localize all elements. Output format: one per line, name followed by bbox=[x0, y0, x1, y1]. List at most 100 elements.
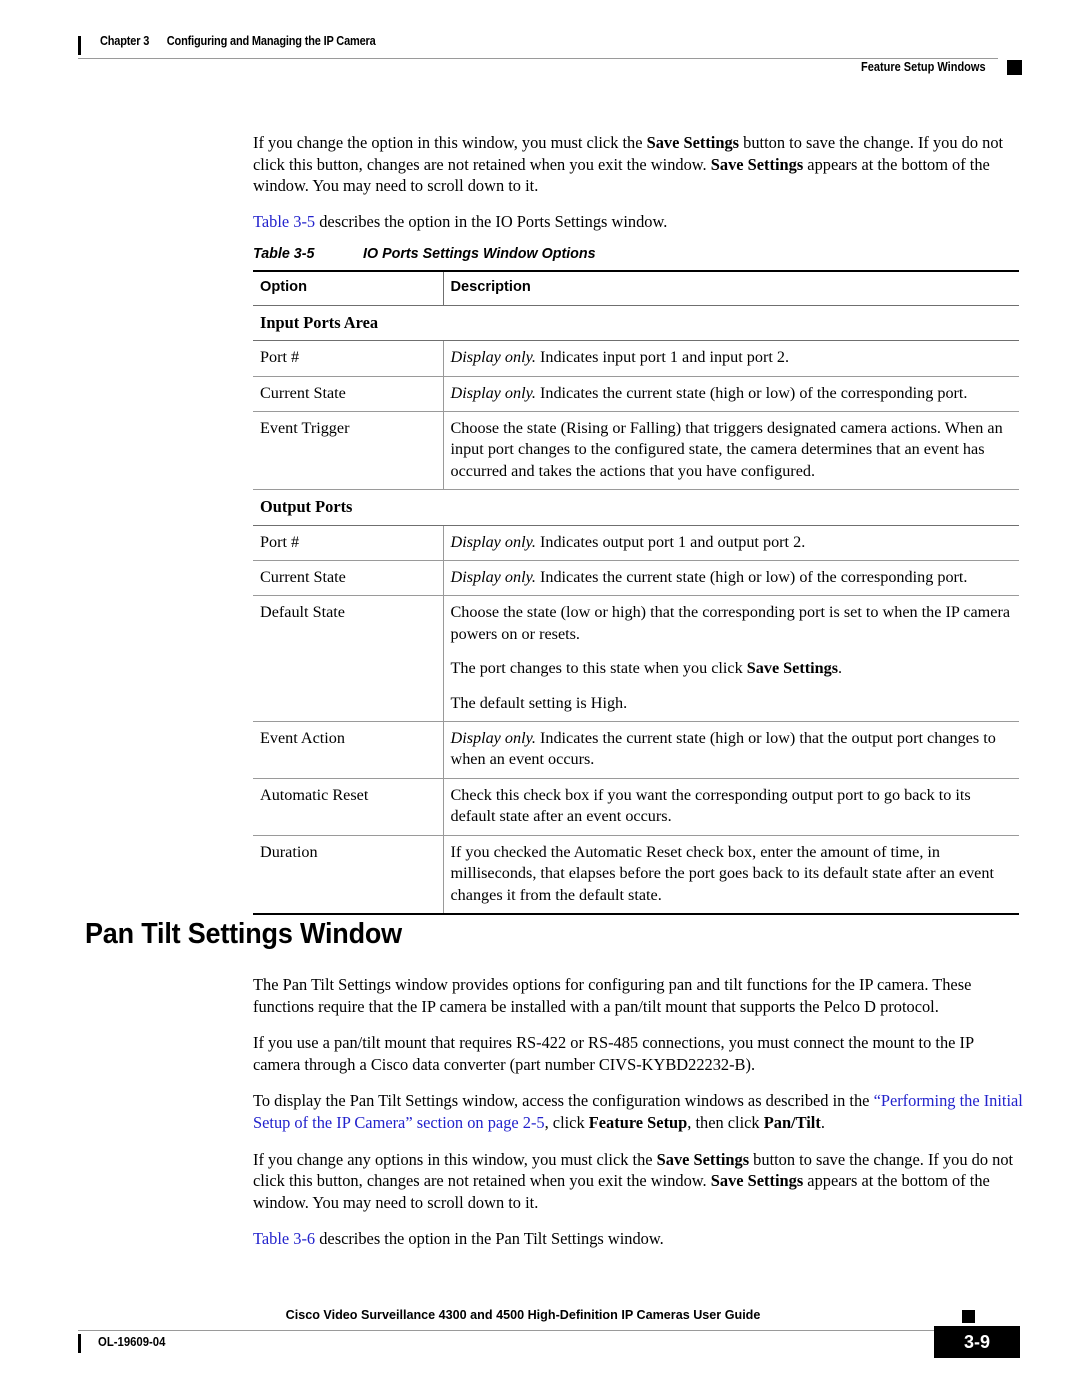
p3-text-2: , click bbox=[544, 1112, 589, 1132]
row-option-label: Current State bbox=[253, 376, 444, 413]
table-row: Automatic Reset Check this check box if … bbox=[253, 778, 1019, 836]
display-only-label: Display only. bbox=[450, 568, 536, 587]
page-content-lower: The Pan Tilt Settings window provides op… bbox=[253, 974, 1023, 1265]
section-paragraph-1: The Pan Tilt Settings window provides op… bbox=[253, 975, 972, 1016]
intro-paragraph-1: If you change the option in this window,… bbox=[253, 132, 1019, 197]
pan-tilt-bold: Pan/Tilt bbox=[763, 1112, 821, 1132]
row-description-paragraph: Display only. Indicates the current stat… bbox=[451, 383, 1012, 404]
column-header-description: Description bbox=[443, 270, 1019, 306]
page-number-badge: 3-9 bbox=[934, 1326, 1020, 1358]
header-section-title: Feature Setup Windows bbox=[861, 60, 986, 74]
section-paragraph-4: If you change any options in this window… bbox=[253, 1149, 1023, 1214]
row-description-paragraph: Display only. Indicates the current stat… bbox=[451, 728, 1012, 771]
table-row: Port # Display only. Indicates output po… bbox=[253, 525, 1019, 562]
p4-text-1: If you change any options in this window… bbox=[253, 1149, 657, 1169]
footer-document-id: OL-19609-04 bbox=[98, 1335, 166, 1349]
intro-p2-text: describes the option in the IO Ports Set… bbox=[315, 211, 668, 231]
display-only-label: Display only. bbox=[450, 348, 536, 367]
table-row: Event Action Display only. Indicates the… bbox=[253, 721, 1019, 779]
chapter-title: Configuring and Managing the IP Camera bbox=[166, 34, 376, 48]
table-body: Input Ports Area Port # Display only. In… bbox=[253, 305, 1019, 915]
row-option-label: Event Trigger bbox=[253, 411, 444, 491]
row-description-paragraph: Check this check box if you want the cor… bbox=[450, 785, 971, 826]
display-only-label: Display only. bbox=[450, 383, 536, 402]
row-description: Display only. Indicates the current stat… bbox=[443, 721, 1019, 779]
header-rule bbox=[78, 58, 998, 59]
breadcrumb: Chapter 3 Configuring and Managing the IP… bbox=[100, 34, 376, 48]
row-description-text: The port changes to this state when you … bbox=[450, 659, 747, 678]
row-description: Display only. Indicates input port 1 and… bbox=[443, 340, 1019, 377]
p3-text-3: , then click bbox=[687, 1112, 764, 1132]
chapter-number: Chapter 3 bbox=[100, 34, 150, 48]
footer-guide-title: Cisco Video Surveillance 4300 and 4500 H… bbox=[285, 1308, 761, 1322]
display-only-label: Display only. bbox=[450, 532, 536, 551]
io-ports-settings-options-table: Option Description Input Ports Area Port… bbox=[253, 270, 1019, 915]
row-option-label: Current State bbox=[253, 560, 444, 597]
display-only-label: Display only. bbox=[450, 729, 536, 748]
row-description-paragraph: The default setting is High. bbox=[450, 693, 628, 712]
header-marker-square bbox=[1007, 60, 1022, 75]
row-description-paragraph: Choose the state (Rising or Falling) tha… bbox=[450, 419, 1003, 480]
section-paragraph-2: If you use a pan/tilt mount that require… bbox=[253, 1033, 974, 1074]
page-footer: Cisco Video Surveillance 4300 and 4500 H… bbox=[78, 1308, 1022, 1368]
table-section-label: Input Ports Area bbox=[253, 305, 1019, 342]
row-description-paragraph: Display only. Indicates output port 1 an… bbox=[451, 532, 1012, 553]
section-paragraph-3: To display the Pan Tilt Settings window,… bbox=[253, 1090, 1023, 1133]
section-paragraph-5: Table 3-6 describes the option in the Pa… bbox=[253, 1228, 1023, 1250]
save-settings-bold: Save Settings bbox=[746, 659, 839, 678]
table-row: Current State Display only. Indicates th… bbox=[253, 560, 1019, 597]
row-description: Choose the state (low or high) that the … bbox=[443, 595, 1019, 723]
row-description: Choose the state (Rising or Falling) tha… bbox=[443, 411, 1019, 491]
footer-marker-square bbox=[962, 1310, 975, 1323]
table-row: Duration If you checked the Automatic Re… bbox=[253, 835, 1019, 915]
row-option-label: Port # bbox=[253, 340, 444, 377]
table-caption-title: IO Ports Settings Window Options bbox=[363, 246, 596, 263]
row-description: Display only. Indicates output port 1 an… bbox=[443, 525, 1019, 562]
table-caption-number: Table 3-5 bbox=[253, 246, 315, 263]
table-row: Event Trigger Choose the state (Rising o… bbox=[253, 411, 1019, 491]
intro-p1-bold-2: Save Settings bbox=[710, 154, 804, 174]
table-3-5-link[interactable]: Table 3-5 bbox=[253, 212, 315, 231]
page-title: Pan Tilt Settings Window bbox=[85, 918, 402, 950]
row-description: Display only. Indicates the current stat… bbox=[443, 376, 1019, 413]
table-section-row: Output Ports bbox=[253, 489, 1019, 526]
page-header: Chapter 3 Configuring and Managing the IP… bbox=[78, 34, 1022, 80]
header-tick-mark bbox=[78, 36, 81, 55]
p4-bold-1: Save Settings bbox=[656, 1149, 750, 1169]
feature-setup-bold: Feature Setup bbox=[588, 1112, 688, 1132]
row-option-label: Default State bbox=[253, 595, 444, 723]
p4-bold-2: Save Settings bbox=[710, 1171, 804, 1191]
p5-text: describes the option in the Pan Tilt Set… bbox=[315, 1229, 664, 1249]
p3-text-1: To display the Pan Tilt Settings window,… bbox=[253, 1091, 874, 1111]
row-description-paragraph: If you checked the Automatic Reset check… bbox=[450, 842, 994, 904]
p3-text-4: . bbox=[820, 1112, 825, 1132]
row-description: Check this check box if you want the cor… bbox=[443, 778, 1019, 836]
row-description-text-end: . bbox=[838, 659, 843, 678]
footer-tick-mark bbox=[78, 1334, 81, 1353]
table-3-6-link[interactable]: Table 3-6 bbox=[253, 1229, 315, 1248]
row-description-paragraph: Display only. Indicates input port 1 and… bbox=[451, 347, 1012, 368]
table-caption: Table 3-5 IO Ports Settings Window Option… bbox=[253, 246, 1019, 262]
intro-p1-bold-1: Save Settings bbox=[646, 133, 740, 152]
page-content-upper: If you change the option in this window,… bbox=[253, 132, 1019, 915]
footer-rule bbox=[78, 1330, 968, 1331]
row-description-text: Indicates input port 1 and input port 2. bbox=[535, 348, 790, 367]
table-row: Port # Display only. Indicates input por… bbox=[253, 340, 1019, 377]
row-description-text: Indicates output port 1 and output port … bbox=[535, 532, 806, 551]
intro-paragraph-2: Table 3-5 describes the option in the IO… bbox=[253, 211, 1019, 233]
table-section-row: Input Ports Area bbox=[253, 305, 1019, 342]
row-option-label: Duration bbox=[253, 835, 444, 915]
row-description: Display only. Indicates the current stat… bbox=[443, 560, 1019, 597]
intro-p1-text-1: If you change the option in this window,… bbox=[253, 133, 647, 152]
table-row: Current State Display only. Indicates th… bbox=[253, 376, 1019, 413]
row-option-label: Event Action bbox=[253, 721, 444, 779]
row-option-label: Port # bbox=[253, 525, 444, 562]
row-description-text: Indicates the current state (high or low… bbox=[535, 568, 968, 587]
row-description-paragraph: Display only. Indicates the current stat… bbox=[451, 567, 1012, 588]
row-description: If you checked the Automatic Reset check… bbox=[443, 835, 1019, 915]
row-option-label: Automatic Reset bbox=[253, 778, 444, 836]
table-row: Default State Choose the state (low or h… bbox=[253, 595, 1019, 723]
row-description-paragraph: The port changes to this state when you … bbox=[451, 658, 1012, 679]
column-header-option: Option bbox=[253, 270, 444, 306]
table-header-row: Option Description bbox=[253, 270, 1019, 306]
